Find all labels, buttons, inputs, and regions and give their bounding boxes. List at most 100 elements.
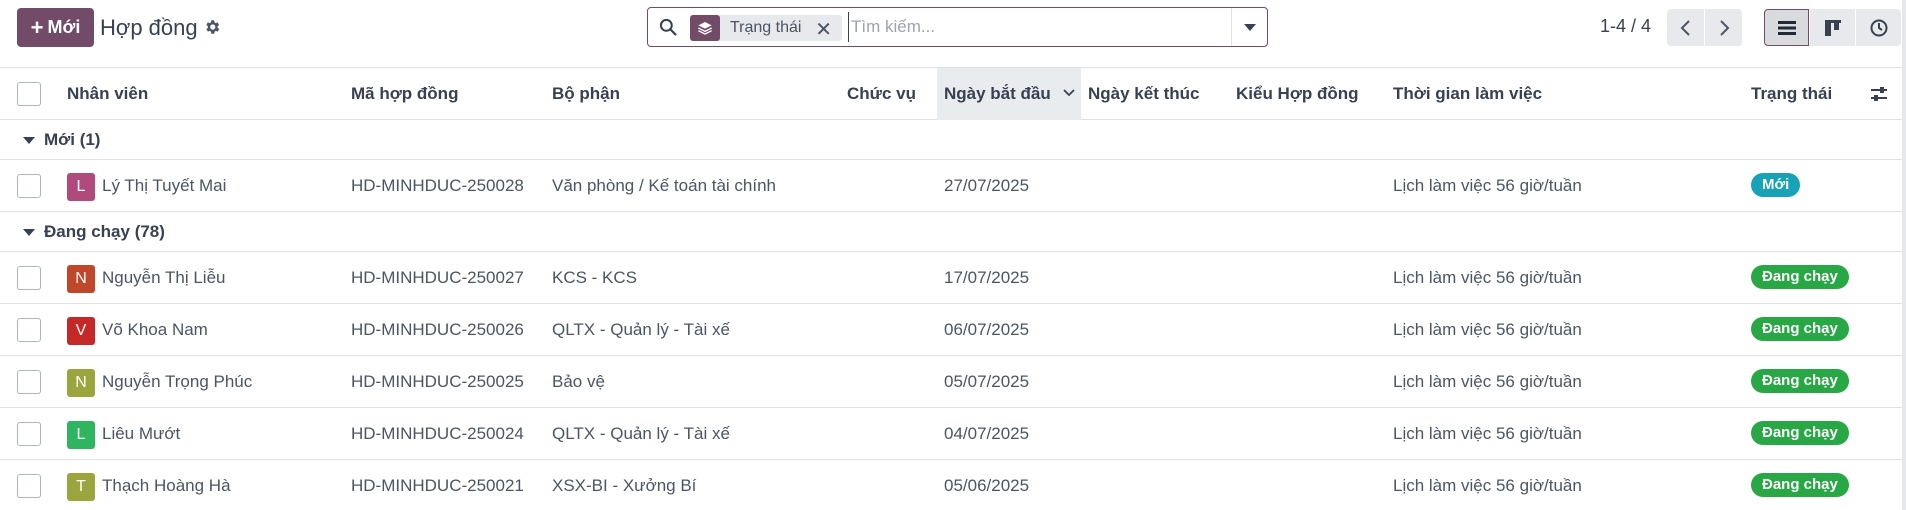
col-contract-type[interactable]: Kiểu Hợp đồng <box>1236 68 1359 120</box>
row-checkbox[interactable] <box>17 370 41 394</box>
contract-code: HD-MINHDUC-250026 <box>351 320 524 339</box>
col-status[interactable]: Trạng thái <box>1751 68 1832 120</box>
col-start-date[interactable]: Ngày bắt đầu <box>937 68 1081 120</box>
working-schedule: Lịch làm việc 56 giờ/tuần <box>1393 424 1582 443</box>
list-view-button[interactable] <box>1764 9 1809 46</box>
avatar: N <box>67 369 95 397</box>
employee-name: Thạch Hoàng Hà <box>102 476 231 495</box>
search-facet: Trạng thái ✕ <box>690 15 842 41</box>
col-department[interactable]: Bộ phận <box>552 68 620 120</box>
select-all-checkbox[interactable] <box>17 82 41 106</box>
avatar: V <box>67 317 95 345</box>
employee-name: Nguyễn Trọng Phúc <box>102 372 253 391</box>
department: XSX-BI - Xưởng Bí <box>552 476 697 495</box>
search-input[interactable] <box>848 12 1228 42</box>
department: KCS - KCS <box>552 268 638 287</box>
row-checkbox[interactable] <box>17 474 41 498</box>
employee-name: Võ Khoa Nam <box>102 320 208 339</box>
pager-next-button[interactable] <box>1705 9 1742 46</box>
table-row[interactable]: L Lý Thị Tuyết Mai HD-MINHDUC-250028 Văn ph… <box>0 160 1906 212</box>
employee-name: Lý Thị Tuyết Mai <box>102 176 227 195</box>
scrollbar[interactable] <box>1902 0 1906 510</box>
table-body: Mới (1) L Lý Thị Tuyết Mai HD-MINHDUC-25002… <box>0 120 1906 510</box>
chevron-right-icon <box>1719 19 1729 36</box>
start-date: 27/07/2025 <box>944 176 1030 195</box>
row-checkbox[interactable] <box>17 174 41 198</box>
contract-code: HD-MINHDUC-250028 <box>351 176 524 195</box>
row-checkbox[interactable] <box>17 422 41 446</box>
pager-previous-button[interactable] <box>1667 9 1704 46</box>
search-icon <box>659 18 677 36</box>
status-badge: Mới <box>1751 173 1801 197</box>
table-row[interactable]: N Nguyễn Trọng Phúc HD-MINHDUC-250025 Bảo v… <box>0 356 1906 408</box>
table-header: Nhân viên Mã hợp đồng Bộ phận Chức vụ Ng… <box>0 68 1906 120</box>
employee-name: Nguyễn Thị Liễu <box>102 268 226 287</box>
working-schedule: Lịch làm việc 56 giờ/tuần <box>1393 320 1582 339</box>
start-date: 05/06/2025 <box>944 476 1030 495</box>
start-date: 04/07/2025 <box>944 424 1030 443</box>
row-checkbox[interactable] <box>17 318 41 342</box>
table-row[interactable]: V Võ Khoa Nam HD-MINHDUC-250026 QLTX - Quản… <box>0 304 1906 356</box>
row-checkbox[interactable] <box>17 266 41 290</box>
group-label: Mới (1) <box>44 130 101 149</box>
contract-code: HD-MINHDUC-250024 <box>351 424 524 443</box>
table-row[interactable]: T Thạch Hoàng Hà HD-MINHDUC-250021 XSX-BI -… <box>0 460 1906 510</box>
contract-code: HD-MINHDUC-250027 <box>351 268 524 287</box>
table-row[interactable]: N Nguyễn Thị Liễu HD-MINHDUC-250027 KCS - K… <box>0 252 1906 304</box>
department: QLTX - Quản lý - Tài xế <box>552 424 730 443</box>
contract-code: HD-MINHDUC-250021 <box>351 476 524 495</box>
col-end-date[interactable]: Ngày kết thúc <box>1088 68 1199 120</box>
working-schedule: Lịch làm việc 56 giờ/tuần <box>1393 176 1582 195</box>
control-panel: + Mới Hợp đồng Trạng thái ✕ 1-4 / 4 <box>0 0 1906 68</box>
col-start-date-label: Ngày bắt đầu <box>944 84 1051 103</box>
sort-desc-icon <box>1063 89 1075 97</box>
table-row[interactable]: L Liêu Mướt HD-MINHDUC-250024 QLTX - Quản l… <box>0 408 1906 460</box>
contracts-table: Nhân viên Mã hợp đồng Bộ phận Chức vụ Ng… <box>0 68 1906 510</box>
working-schedule: Lịch làm việc 56 giờ/tuần <box>1393 268 1582 287</box>
employee-name: Liêu Mướt <box>102 424 181 443</box>
col-contract-code[interactable]: Mã hợp đồng <box>351 68 458 120</box>
group-header[interactable]: Đang chạy (78) <box>0 212 1906 252</box>
status-badge: Đang chạy <box>1751 265 1849 289</box>
col-position[interactable]: Chức vụ <box>847 68 916 120</box>
avatar: L <box>67 173 95 201</box>
page-title: Hợp đồng <box>100 15 198 40</box>
group-label: Đang chạy (78) <box>44 222 165 241</box>
department: Văn phòng / Kế toán tài chính <box>552 176 777 195</box>
working-schedule: Lịch làm việc 56 giờ/tuần <box>1393 476 1582 495</box>
caret-down-icon <box>1243 23 1256 31</box>
kanban-icon <box>1824 19 1841 36</box>
new-button-label: Mới <box>47 17 81 37</box>
avatar: N <box>67 265 95 293</box>
plus-icon: + <box>30 14 44 40</box>
avatar: L <box>67 421 95 449</box>
facet-remove-icon[interactable]: ✕ <box>815 17 832 42</box>
activity-view-button[interactable] <box>1856 9 1901 46</box>
department: QLTX - Quản lý - Tài xế <box>552 320 730 339</box>
col-employee[interactable]: Nhân viên <box>67 68 148 120</box>
pager-value[interactable]: 1-4 / 4 <box>1600 16 1651 37</box>
status-badge: Đang chạy <box>1751 317 1849 341</box>
avatar: T <box>67 473 95 501</box>
search-bar: Trạng thái ✕ <box>647 7 1268 47</box>
group-header[interactable]: Mới (1) <box>0 120 1906 160</box>
caret-down-icon <box>23 229 35 236</box>
facet-label: Trạng thái <box>730 19 802 36</box>
new-button[interactable]: + Mới <box>17 8 94 47</box>
status-badge: Đang chạy <box>1751 369 1849 393</box>
gear-icon[interactable] <box>203 18 221 36</box>
chevron-left-icon <box>1680 19 1690 36</box>
caret-down-icon <box>23 137 35 144</box>
list-icon <box>1777 20 1796 35</box>
working-schedule: Lịch làm việc 56 giờ/tuần <box>1393 372 1582 391</box>
start-date: 17/07/2025 <box>944 268 1030 287</box>
contract-code: HD-MINHDUC-250025 <box>351 372 524 391</box>
status-badge: Đang chạy <box>1751 421 1849 445</box>
department: Bảo vệ <box>552 372 605 391</box>
search-options-toggle[interactable] <box>1231 8 1267 46</box>
col-working-schedule[interactable]: Thời gian làm việc <box>1393 68 1542 120</box>
kanban-view-button[interactable] <box>1810 9 1855 46</box>
layers-icon <box>690 15 720 41</box>
start-date: 05/07/2025 <box>944 372 1030 391</box>
optional-columns-icon[interactable] <box>1869 84 1889 104</box>
